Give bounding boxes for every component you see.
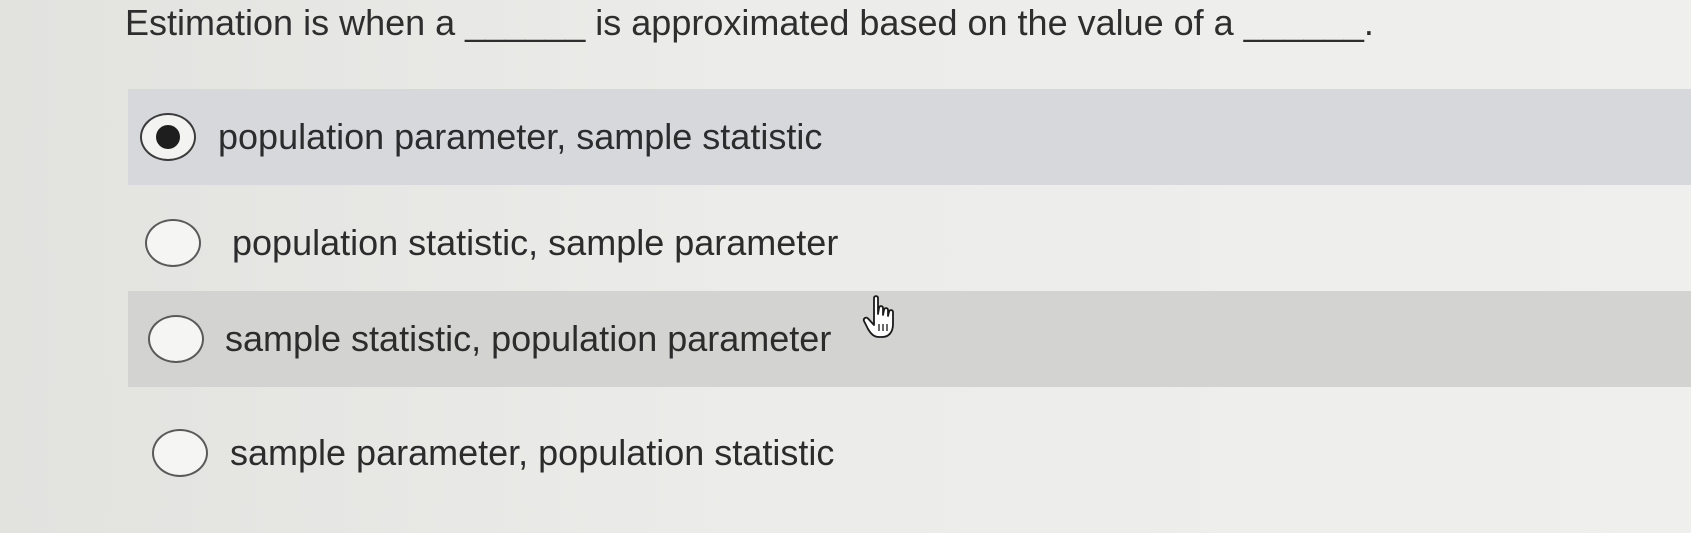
answer-option-label: population statistic, sample parameter: [232, 222, 839, 263]
radio-button[interactable]: [152, 429, 208, 477]
answer-option-label: population parameter, sample statistic: [218, 116, 823, 157]
radio-button-checked[interactable]: [140, 113, 196, 161]
answer-option-label: sample statistic, population parameter: [225, 318, 832, 359]
radio-button[interactable]: [148, 315, 204, 363]
quiz-screen: Estimation is when a ______ is approxima…: [0, 0, 1691, 533]
hand-pointer-icon: [862, 295, 894, 338]
radio-dot-icon: [156, 125, 180, 149]
question-text: Estimation is when a ______ is approxima…: [125, 2, 1374, 43]
answer-option-4[interactable]: sample parameter, population statistic: [128, 405, 1691, 501]
radio-button[interactable]: [145, 219, 201, 267]
answer-option-label: sample parameter, population statistic: [230, 432, 835, 473]
answer-option-1[interactable]: population parameter, sample statistic: [128, 89, 1691, 185]
answer-option-2[interactable]: population statistic, sample parameter: [128, 195, 1691, 291]
answer-option-3[interactable]: sample statistic, population parameter: [128, 291, 1691, 387]
